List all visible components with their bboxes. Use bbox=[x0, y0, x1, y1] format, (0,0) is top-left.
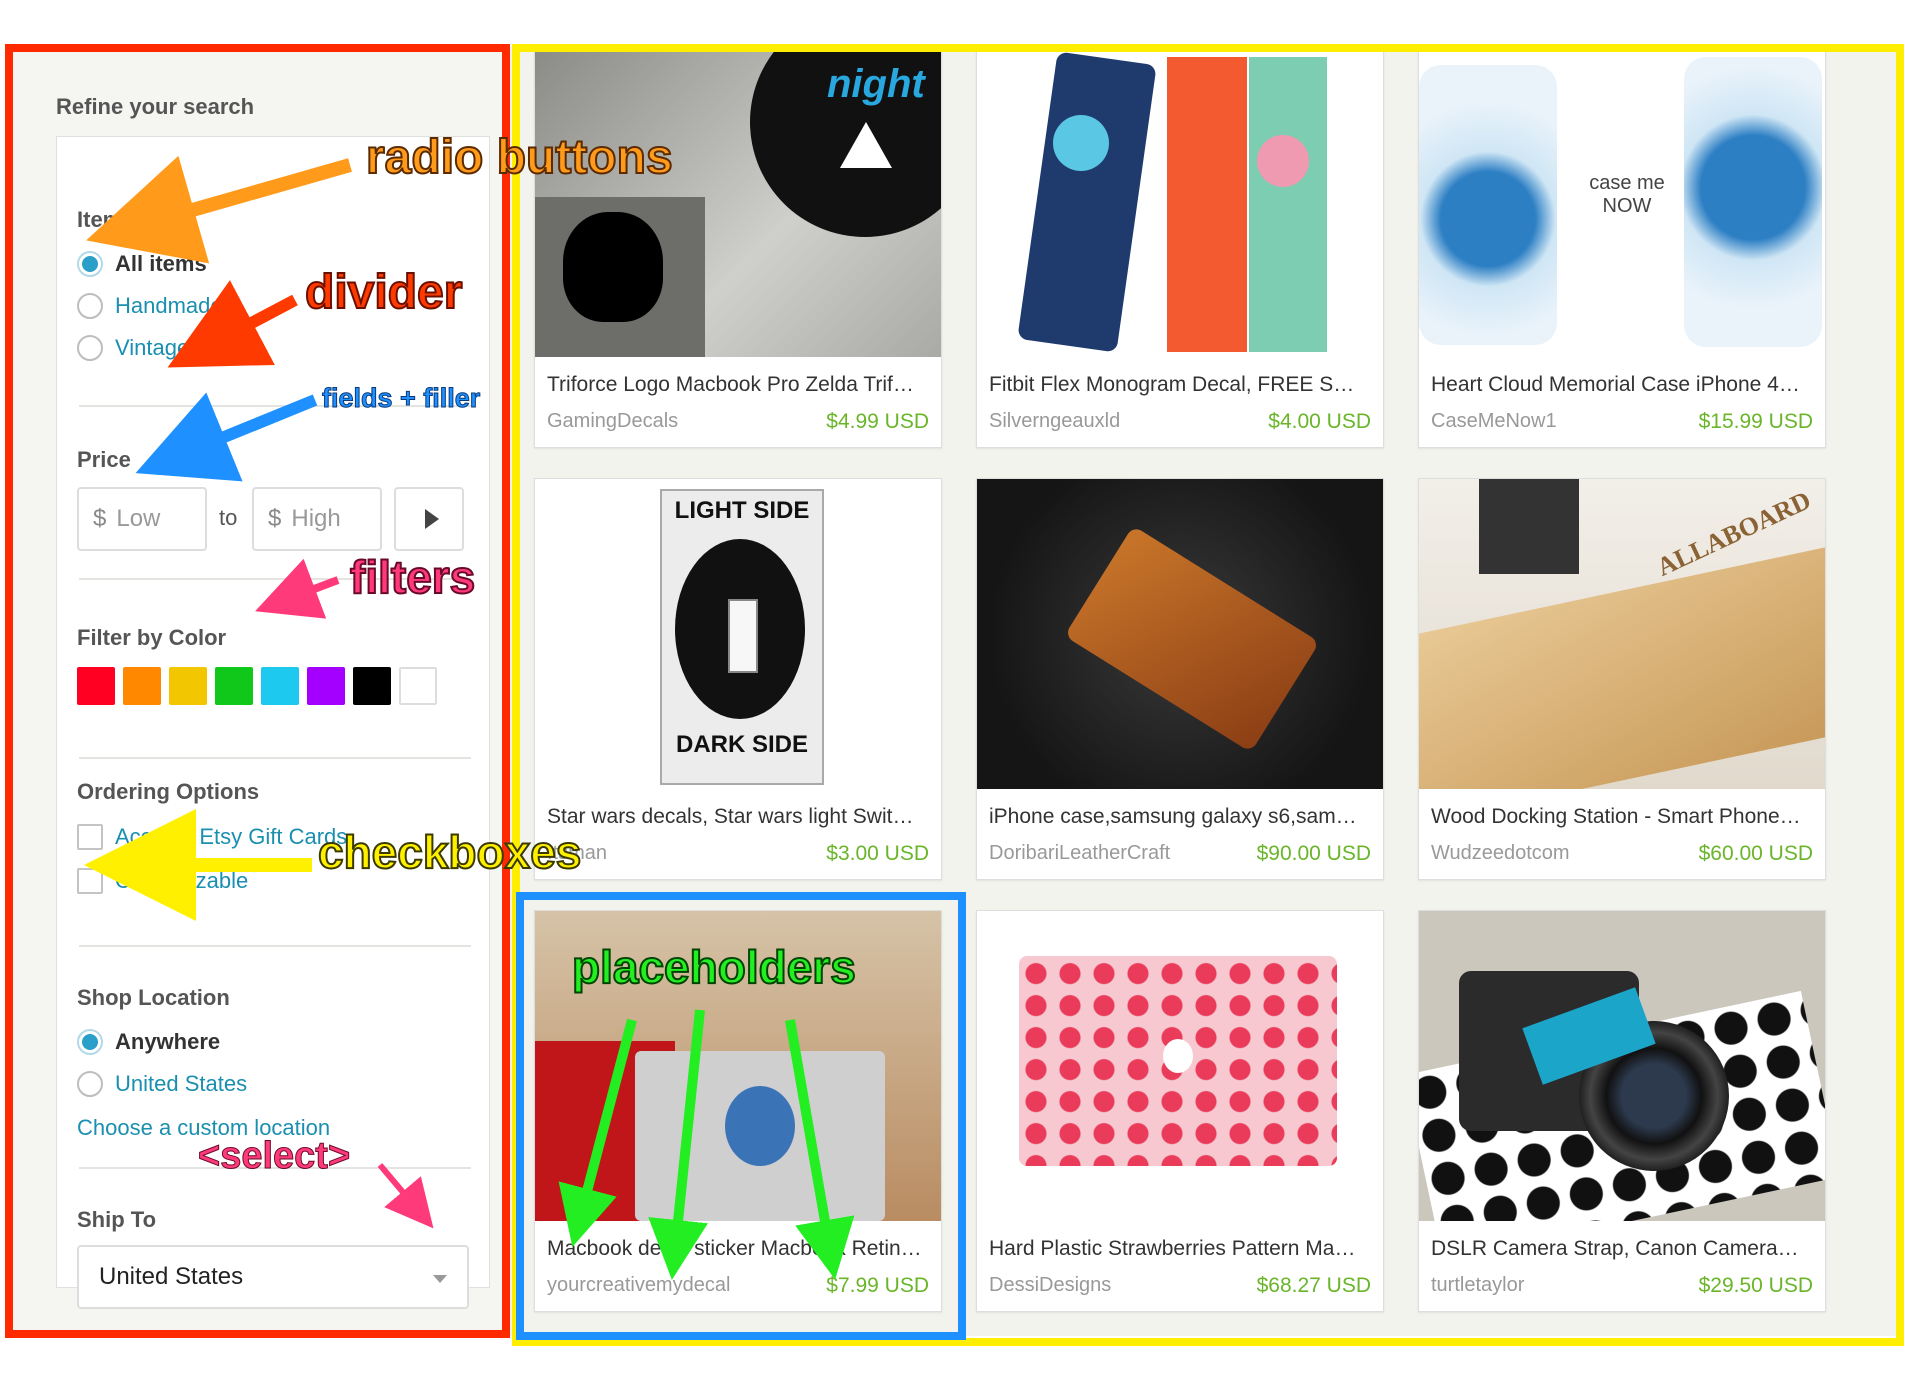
annotation-filters: filters bbox=[349, 550, 476, 604]
annotation-checkboxes: checkboxes bbox=[317, 825, 582, 879]
annotation-fields: fields + filler bbox=[321, 383, 481, 414]
annotation-select: <select> bbox=[197, 1135, 351, 1178]
annotation-placeholders: placeholders bbox=[571, 940, 857, 994]
annotation-divider: divider bbox=[304, 265, 463, 320]
annotation-radio: radio buttons bbox=[365, 130, 674, 185]
